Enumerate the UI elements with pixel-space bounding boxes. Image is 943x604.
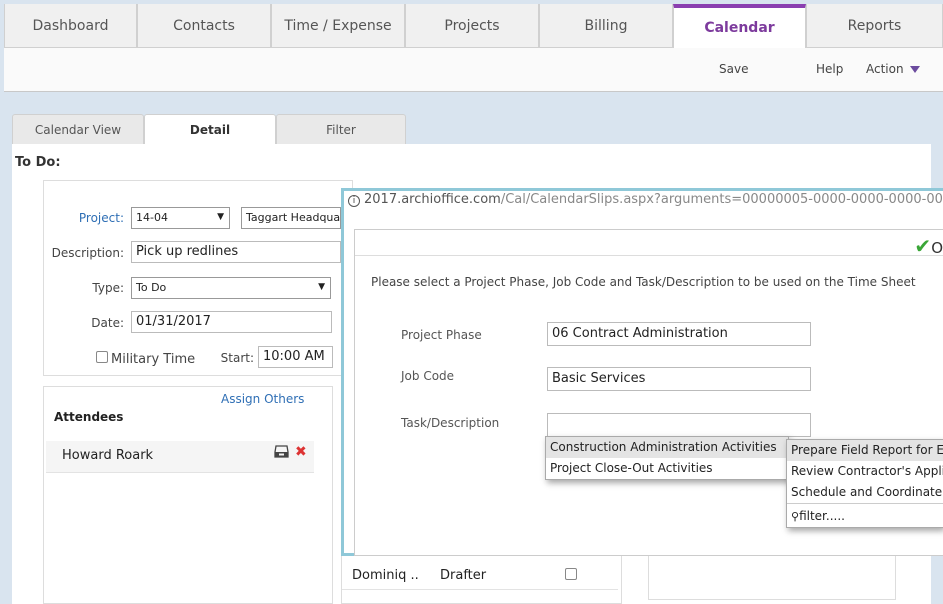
task-group-option[interactable]: Construction Administration Activities — [546, 437, 788, 458]
job-code-value: Basic Services — [552, 371, 646, 386]
task-item-option[interactable]: Review Contractor's Applicat — [787, 461, 943, 482]
subtab-calendar-view[interactable]: Calendar View — [12, 114, 144, 144]
attendee-row: Howard Roark ✖ — [46, 441, 314, 473]
subtab-detail[interactable]: Detail — [144, 114, 276, 144]
subtab-label: Filter — [326, 122, 356, 137]
task-group-dropdown: Construction Administration Activities P… — [545, 436, 789, 480]
type-select[interactable]: To Do ▼ — [131, 277, 331, 299]
task-description-label: Task/Description — [401, 416, 500, 430]
filter-placeholder: filter..... — [799, 509, 845, 523]
chevron-down-icon: ▼ — [318, 282, 325, 292]
task-filter-field[interactable]: ⚲filter..... — [787, 503, 943, 527]
url-path: /Cal/CalendarSlips.aspx?arguments=000000… — [500, 192, 943, 207]
type-label: Type: — [92, 281, 124, 295]
nav-tab-label: Time / Expense — [284, 17, 392, 34]
url-host: 2017.archioffice.com — [364, 192, 501, 207]
subtab-filter[interactable]: Filter — [276, 114, 406, 144]
start-label: Start: — [220, 351, 254, 365]
task-group-option[interactable]: Project Close-Out Activities — [546, 458, 788, 479]
project-label: Project: — [78, 211, 124, 225]
start-time-input[interactable]: 10:00 AM — [258, 346, 333, 368]
nav-tab-label: Reports — [847, 17, 902, 34]
staff-select-checkbox[interactable] — [565, 568, 577, 580]
staff-row: Dominiq .. Drafter — [342, 560, 618, 590]
nav-tab-label: Calendar — [704, 20, 775, 36]
main-navigation: Dashboard Contacts Time / Expense Projec… — [4, 4, 943, 48]
nav-tab-contacts[interactable]: Contacts — [137, 4, 271, 48]
subtab-label: Detail — [189, 122, 231, 137]
nav-tab-label: Billing — [584, 17, 628, 34]
description-value: Pick up redlines — [136, 244, 239, 259]
save-button[interactable]: Save — [719, 62, 748, 76]
date-input[interactable]: 01/31/2017 — [131, 311, 332, 333]
project-name-value: Taggart Headquarters — [246, 211, 341, 224]
task-item-option[interactable]: Prepare Field Report for Each — [787, 440, 943, 461]
delete-icon[interactable]: ✖ — [295, 444, 307, 460]
save-icon[interactable] — [274, 445, 289, 458]
date-label: Date: — [91, 316, 124, 330]
assign-others-link[interactable]: Assign Others — [221, 392, 304, 406]
staff-role: Drafter — [440, 568, 487, 583]
action-label: Action — [866, 62, 904, 76]
nav-tab-dashboard[interactable]: Dashboard — [4, 4, 137, 48]
start-time-value: 10:00 AM — [263, 349, 325, 364]
job-code-input[interactable]: Basic Services — [547, 367, 811, 391]
task-item-dropdown: Prepare Field Report for Each Review Con… — [786, 439, 943, 528]
nav-tab-time-expense[interactable]: Time / Expense — [271, 4, 405, 48]
task-item-option[interactable]: Schedule and Coordinate Pro — [787, 482, 943, 503]
nav-tab-projects[interactable]: Projects — [405, 4, 539, 48]
dropdown-arrow-icon — [909, 66, 920, 73]
nav-tab-label: Projects — [444, 17, 500, 34]
project-select-value: 14-04 — [136, 211, 168, 224]
attendee-name: Howard Roark — [62, 448, 154, 463]
project-phase-value: 06 Contract Administration — [552, 326, 728, 341]
job-code-label: Job Code — [401, 369, 455, 383]
right-panel — [648, 555, 896, 600]
subtab-label: Calendar View — [34, 122, 122, 137]
attendees-title: Attendees — [54, 410, 124, 424]
description-label: Description: — [51, 246, 124, 260]
divider — [355, 255, 943, 256]
project-select[interactable]: 14-04 ▼ — [131, 207, 230, 229]
description-input[interactable]: Pick up redlines — [131, 241, 341, 263]
help-button[interactable]: Help — [816, 62, 843, 76]
nav-tab-billing[interactable]: Billing — [539, 4, 673, 48]
info-icon: i — [348, 195, 360, 207]
military-time-label: Military Time — [111, 352, 196, 367]
nav-tab-label: Dashboard — [32, 17, 109, 34]
nav-tab-calendar[interactable]: Calendar — [673, 4, 806, 48]
section-title: To Do: — [15, 155, 61, 170]
nav-tab-label: Contacts — [173, 17, 235, 34]
type-select-value: To Do — [136, 281, 167, 294]
staff-name: Dominiq .. — [352, 568, 419, 583]
url-bar: i 2017.archioffice.com/Cal/CalendarSlips.… — [344, 191, 943, 211]
task-description-input[interactable] — [547, 413, 811, 437]
project-phase-label: Project Phase — [401, 328, 482, 342]
search-icon: ⚲ — [791, 510, 800, 523]
military-time-checkbox[interactable] — [96, 351, 108, 363]
date-value: 01/31/2017 — [136, 314, 211, 329]
project-name-field[interactable]: Taggart Headquarters — [241, 207, 341, 229]
nav-tab-reports[interactable]: Reports — [806, 4, 943, 48]
instruction-text: Please select a Project Phase, Job Code … — [371, 275, 916, 289]
action-menu-button[interactable]: Action — [866, 62, 920, 76]
chevron-down-icon: ▼ — [217, 212, 224, 222]
toolbar: Save Help Action — [4, 48, 943, 92]
project-phase-input[interactable]: 06 Contract Administration — [547, 322, 811, 346]
